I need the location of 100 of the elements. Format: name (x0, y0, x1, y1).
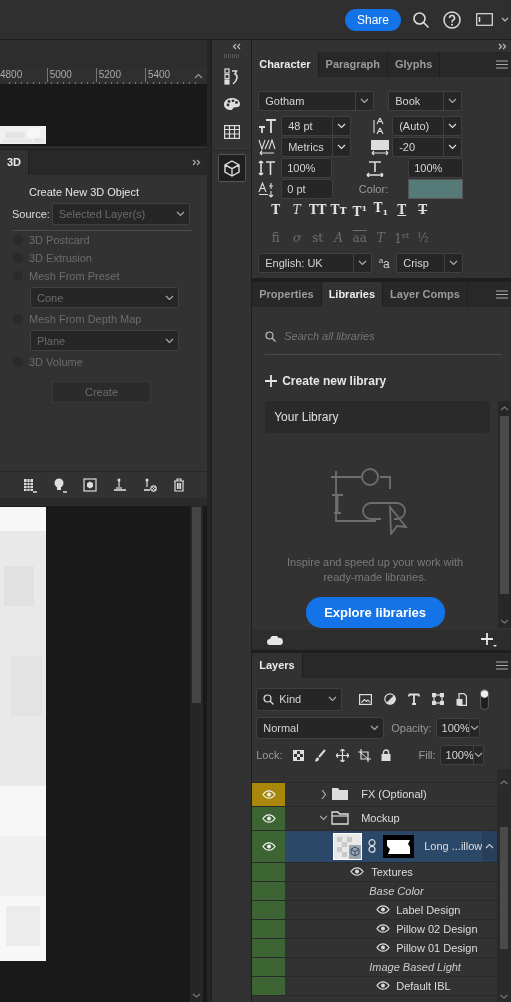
caret-icon (165, 294, 174, 301)
option-label: 3D Volume (29, 356, 83, 368)
color-label: Color: (357, 183, 390, 195)
tracking-dropdown[interactable]: -20 (392, 137, 463, 157)
kerning-dropdown[interactable]: Metrics (281, 137, 352, 157)
smart-object-filter-icon[interactable] (456, 692, 468, 706)
eye-icon[interactable] (376, 981, 391, 991)
adjustment-filter-icon[interactable] (384, 693, 397, 706)
anti-alias-dropdown[interactable]: Crisp (396, 253, 464, 273)
lock-label: Lock: (256, 749, 283, 762)
ruler-label: 5400 (144, 68, 194, 82)
cube-frame-icon[interactable] (83, 478, 97, 492)
search-icon (265, 330, 277, 342)
eye-icon[interactable] (376, 905, 391, 915)
caret-icon[interactable] (501, 17, 509, 22)
caret-icon (337, 144, 347, 150)
pin-delete-icon[interactable] (143, 478, 157, 492)
blend-mode-dropdown[interactable]: Normal (256, 716, 385, 739)
chevron-icon[interactable] (320, 789, 328, 799)
layer-row[interactable]: Mockup (285, 806, 497, 830)
type-style-button[interactable]: T$_{1}$ (373, 199, 388, 222)
dock-button[interactable] (217, 154, 246, 182)
leading-dropdown[interactable]: (Auto) (392, 116, 463, 136)
share-button[interactable]: Share (344, 8, 401, 31)
panel-tab[interactable]: Properties (252, 281, 322, 307)
lock-transparency-icon[interactable] (292, 749, 304, 761)
library-item[interactable]: Your Library (265, 401, 491, 434)
panel-tab[interactable]: Layers (252, 652, 303, 678)
panel-tab[interactable]: Paragraph (318, 52, 388, 77)
history-icon (224, 67, 240, 85)
toggle-switch[interactable] (480, 688, 490, 710)
eye-icon[interactable] (350, 867, 365, 877)
type-style-button[interactable]: TT (309, 201, 327, 220)
search-icon (263, 693, 275, 705)
shape-filter-icon[interactable] (432, 693, 445, 706)
eye-icon[interactable] (261, 841, 276, 851)
font-style-dropdown[interactable]: Book (388, 91, 463, 111)
type-style-button[interactable]: T (271, 201, 281, 220)
layer-row[interactable]: FX (Optional) (285, 782, 497, 806)
type-filter-icon[interactable] (408, 693, 421, 706)
type-style-button[interactable]: Tᴛ (330, 201, 347, 220)
caret-icon (448, 98, 458, 104)
panel-tab[interactable]: Character (252, 52, 319, 77)
layer-name: FX (Optional) (361, 788, 427, 801)
workspace-icon[interactable] (476, 13, 493, 26)
eye-icon[interactable] (261, 813, 276, 823)
panel-tab[interactable]: Glyphs (388, 52, 441, 77)
language-dropdown[interactable]: English: UK (258, 253, 373, 273)
filter-kind-dropdown[interactable]: Kind (256, 687, 343, 711)
panel-tab[interactable]: Layer Comps (383, 281, 468, 307)
image-filter-icon[interactable] (359, 693, 373, 705)
add-menu-icon[interactable] (481, 633, 497, 647)
texture-name: Pillow 02 Design (396, 922, 478, 935)
expand-icon[interactable] (192, 159, 201, 166)
caret-icon[interactable] (485, 843, 495, 850)
caret-icon (176, 211, 185, 217)
eye-icon[interactable] (376, 924, 391, 934)
type-style-button[interactable]: T (418, 201, 428, 220)
search-field[interactable]: Search all libraries (284, 330, 485, 343)
collapse-icon[interactable] (232, 42, 242, 50)
eye-icon[interactable] (376, 943, 391, 953)
create-library-link[interactable]: Create new library (282, 373, 387, 388)
type-style-button[interactable]: T$^{1}$ (352, 199, 367, 222)
menu-icon[interactable] (496, 289, 508, 299)
color-swatch[interactable] (408, 179, 464, 199)
font-size-dropdown[interactable]: 48 pt (281, 116, 352, 136)
cube-icon (223, 159, 240, 177)
horizontal-scale-field[interactable]: 100% (408, 158, 464, 178)
link-icon (368, 839, 377, 854)
artboard-icon[interactable] (357, 748, 371, 762)
ground-pin-icon[interactable] (113, 478, 127, 492)
panel-tab[interactable]: Libraries (321, 281, 384, 307)
search-icon[interactable] (412, 10, 430, 29)
chevron-icon[interactable] (320, 813, 328, 823)
caret-icon (358, 260, 368, 266)
caret-icon (337, 123, 347, 129)
bulb-icon[interactable] (53, 477, 67, 493)
table-icon (223, 125, 240, 139)
mesh-icon[interactable] (23, 477, 37, 493)
brush-icon[interactable] (313, 748, 326, 762)
caret-icon (328, 696, 338, 703)
vertical-scale-field[interactable]: 100% (281, 158, 333, 178)
baseline-shift-field[interactable]: 0 pt (281, 179, 334, 199)
layer-row[interactable]: Long ...illow (285, 830, 497, 862)
lock-icon[interactable] (380, 749, 391, 762)
type-style-button[interactable]: T (397, 201, 407, 220)
type-style-button[interactable]: T (292, 201, 301, 220)
plus-icon[interactable] (265, 374, 278, 387)
move-icon[interactable] (335, 748, 349, 762)
caret-icon (165, 337, 174, 344)
caret-icon[interactable] (194, 73, 203, 79)
menu-icon[interactable] (496, 660, 508, 670)
texture-heading: Image Based Light (369, 960, 461, 973)
explore-libraries-button[interactable]: Explore libraries (305, 597, 445, 629)
cloud-icon[interactable] (267, 635, 284, 645)
trash-icon[interactable] (173, 478, 185, 492)
font-family-dropdown[interactable]: Gotham (258, 91, 375, 111)
menu-icon[interactable] (496, 60, 508, 69)
expand-icon[interactable] (498, 42, 507, 50)
help-icon[interactable] (443, 10, 461, 29)
